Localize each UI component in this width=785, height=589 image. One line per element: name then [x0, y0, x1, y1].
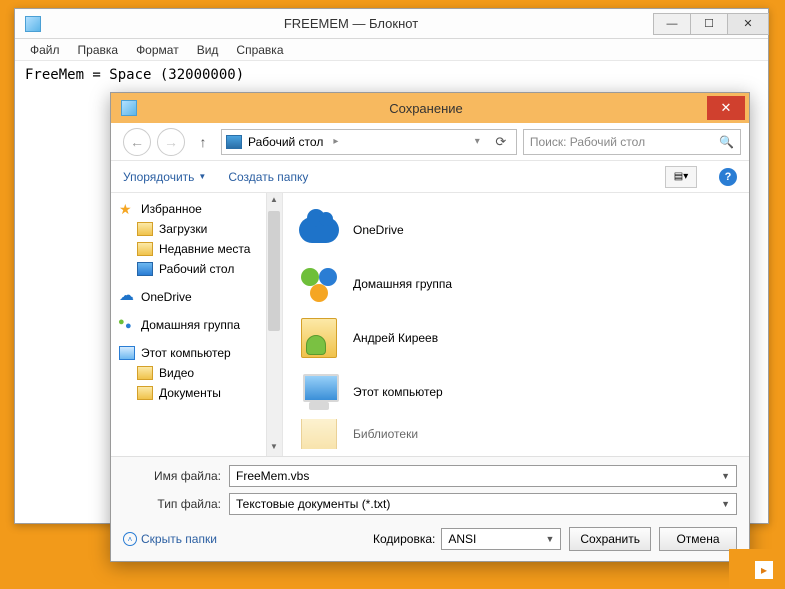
- nav-tree: ★Избранное Загрузки Недавние места Рабоч…: [111, 193, 283, 456]
- notepad-titlebar: FREEMEM — Блокнот — ☐ ✕: [15, 9, 768, 39]
- desktop-icon: [137, 262, 153, 276]
- organize-button[interactable]: Упорядочить ▼: [123, 170, 206, 184]
- minimize-button[interactable]: —: [653, 13, 691, 35]
- folder-icon: [137, 222, 153, 236]
- list-item[interactable]: Домашняя группа: [297, 257, 739, 311]
- back-button[interactable]: ←: [123, 128, 151, 156]
- notepad-menubar: Файл Правка Формат Вид Справка: [15, 39, 768, 61]
- new-folder-button[interactable]: Создать папку: [228, 170, 308, 184]
- save-dialog: Сохранение ✕ ← → ↑ Рабочий стол ▸ ▾ ⟳ По…: [110, 92, 750, 562]
- tree-homegroup[interactable]: Домашняя группа: [111, 315, 282, 335]
- close-button[interactable]: ✕: [727, 13, 769, 35]
- chevron-down-icon[interactable]: ▼: [545, 534, 554, 544]
- view-options-button[interactable]: ▤▾: [665, 166, 697, 188]
- list-item[interactable]: Андрей Киреев: [297, 311, 739, 365]
- nav-row: ← → ↑ Рабочий стол ▸ ▾ ⟳ Поиск: Рабочий …: [111, 123, 749, 161]
- tree-documents[interactable]: Документы: [111, 383, 282, 403]
- recent-icon: [137, 242, 153, 256]
- homegroup-icon: [119, 318, 135, 332]
- dialog-title: Сохранение: [145, 101, 707, 116]
- folder-icon: [137, 386, 153, 400]
- help-button[interactable]: ?: [719, 168, 737, 186]
- search-icon: 🔍: [719, 135, 734, 149]
- scroll-down-icon[interactable]: ▼: [269, 442, 279, 454]
- computer-icon: [297, 370, 341, 414]
- dialog-icon: [121, 100, 137, 116]
- encoding-label: Кодировка:: [373, 532, 435, 546]
- folder-icon: [137, 366, 153, 380]
- tree-recent[interactable]: Недавние места: [111, 239, 282, 259]
- location-bar[interactable]: Рабочий стол ▸ ▾ ⟳: [221, 129, 517, 155]
- file-list[interactable]: OneDrive Домашняя группа Андрей Киреев Э…: [283, 193, 749, 456]
- menu-format[interactable]: Формат: [127, 40, 188, 60]
- save-button[interactable]: Сохранить: [569, 527, 651, 551]
- tree-video[interactable]: Видео: [111, 363, 282, 383]
- menu-edit[interactable]: Правка: [69, 40, 128, 60]
- filename-input[interactable]: FreeMem.vbs▼: [229, 465, 737, 487]
- up-button[interactable]: ↑: [191, 130, 215, 154]
- cancel-button[interactable]: Отмена: [659, 527, 737, 551]
- notepad-title: FREEMEM — Блокнот: [49, 16, 653, 31]
- corner-widget: ▸: [729, 549, 785, 589]
- encoding-select[interactable]: ANSI▼: [441, 528, 561, 550]
- dialog-close-button[interactable]: ✕: [707, 96, 745, 120]
- tree-desktop[interactable]: Рабочий стол: [111, 259, 282, 279]
- scroll-up-icon[interactable]: ▲: [269, 195, 279, 207]
- search-input[interactable]: Поиск: Рабочий стол 🔍: [523, 129, 741, 155]
- menu-help[interactable]: Справка: [227, 40, 292, 60]
- refresh-button[interactable]: ⟳: [490, 134, 512, 150]
- chevron-down-icon[interactable]: ▼: [721, 471, 730, 481]
- chevron-down-icon[interactable]: ▾: [471, 136, 484, 147]
- hide-folders-button[interactable]: ˄Скрыть папки: [123, 532, 217, 546]
- notepad-textarea[interactable]: FreeMem = Space (32000000): [15, 61, 768, 89]
- dialog-titlebar: Сохранение ✕: [111, 93, 749, 123]
- user-folder-icon: [297, 316, 341, 360]
- chevron-right-icon[interactable]: ▸: [329, 136, 342, 147]
- chevron-down-icon[interactable]: ▼: [721, 499, 730, 509]
- chevron-right-icon[interactable]: ▸: [755, 561, 773, 579]
- tree-this-pc[interactable]: Этот компьютер: [111, 343, 282, 363]
- homegroup-icon: [297, 262, 341, 306]
- filetype-select[interactable]: Текстовые документы (*.txt)▼: [229, 493, 737, 515]
- filetype-label: Тип файла:: [123, 497, 221, 511]
- forward-button[interactable]: →: [157, 128, 185, 156]
- scrollbar-thumb[interactable]: [268, 211, 280, 331]
- library-icon: [297, 419, 341, 449]
- list-item[interactable]: Библиотеки: [297, 419, 739, 449]
- onedrive-icon: [297, 208, 341, 252]
- chevron-down-icon: ▼: [198, 172, 206, 181]
- dialog-bottom: Имя файла: FreeMem.vbs▼ Тип файла: Текст…: [111, 456, 749, 561]
- menu-view[interactable]: Вид: [188, 40, 228, 60]
- chevron-up-icon: ˄: [123, 532, 137, 546]
- onedrive-icon: ☁: [119, 290, 135, 304]
- tree-downloads[interactable]: Загрузки: [111, 219, 282, 239]
- notepad-icon: [25, 16, 41, 32]
- maximize-button[interactable]: ☐: [690, 13, 728, 35]
- list-item[interactable]: OneDrive: [297, 203, 739, 257]
- tree-onedrive[interactable]: ☁OneDrive: [111, 287, 282, 307]
- computer-icon: [119, 346, 135, 360]
- star-icon: ★: [119, 202, 135, 216]
- breadcrumb-segment[interactable]: Рабочий стол: [248, 135, 323, 149]
- tree-favorites[interactable]: ★Избранное: [111, 199, 282, 219]
- desktop-icon: [226, 135, 242, 149]
- search-placeholder: Поиск: Рабочий стол: [530, 135, 645, 149]
- dialog-toolbar: Упорядочить ▼ Создать папку ▤▾ ?: [111, 161, 749, 193]
- menu-file[interactable]: Файл: [21, 40, 69, 60]
- content-pane: ★Избранное Загрузки Недавние места Рабоч…: [111, 193, 749, 456]
- list-item[interactable]: Этот компьютер: [297, 365, 739, 419]
- filename-label: Имя файла:: [123, 469, 221, 483]
